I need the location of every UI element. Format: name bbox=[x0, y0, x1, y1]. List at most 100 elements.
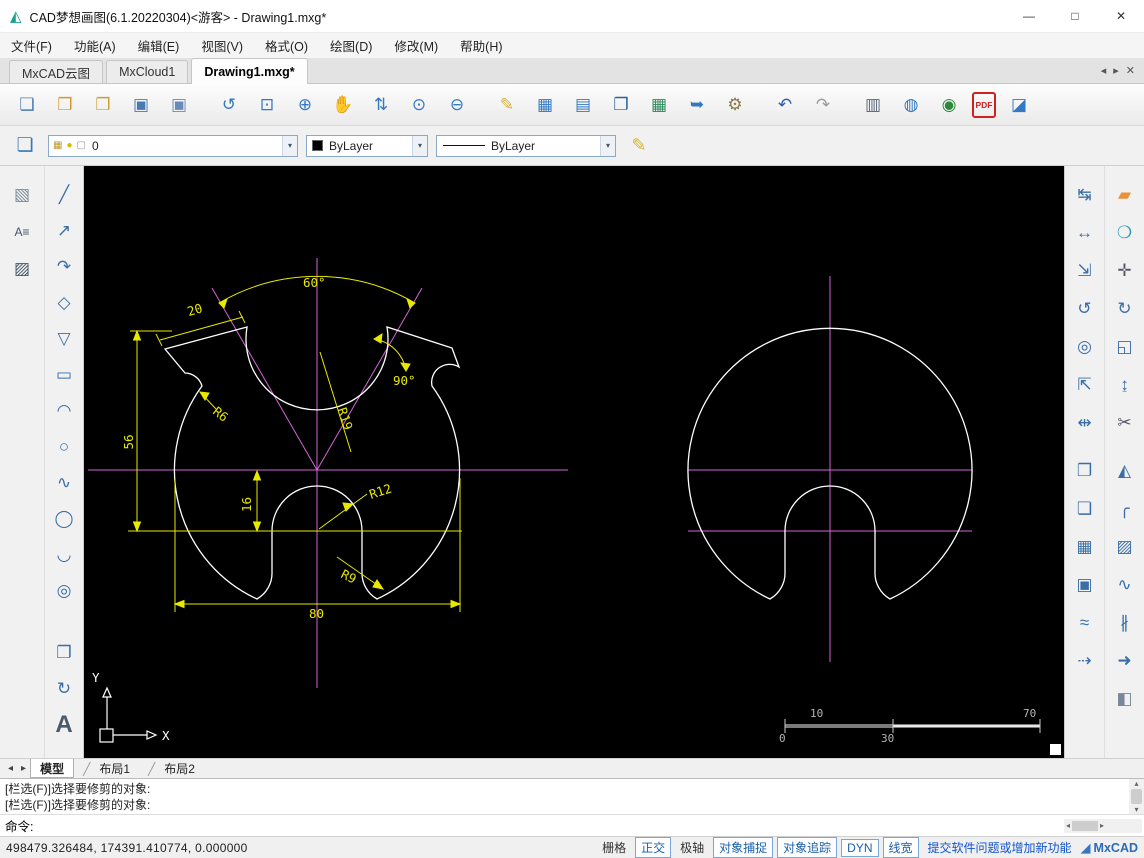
scale-icon[interactable]: ◱ bbox=[1110, 332, 1140, 362]
toggle-polar[interactable]: 极轴 bbox=[675, 838, 709, 857]
zoom-window-icon[interactable]: ⊡ bbox=[252, 90, 282, 120]
scroll-up-icon[interactable]: ▴ bbox=[1134, 779, 1138, 788]
menu-edit[interactable]: 编辑(E) bbox=[127, 33, 191, 58]
copy-icon[interactable]: ❍ bbox=[1110, 218, 1140, 248]
insert-image-icon[interactable]: ▧ bbox=[7, 180, 37, 210]
menu-file[interactable]: 文件(F) bbox=[0, 33, 63, 58]
tab-close-icon[interactable]: ✕ bbox=[1126, 64, 1135, 77]
menu-format[interactable]: 格式(O) bbox=[254, 33, 319, 58]
print-icon[interactable]: ▥ bbox=[858, 90, 888, 120]
maximize-button[interactable]: □ bbox=[1052, 0, 1098, 32]
table-style-icon[interactable]: ▦ bbox=[644, 90, 674, 120]
xline-tool-icon[interactable]: ↗ bbox=[49, 216, 79, 246]
tab-drawing1[interactable]: Drawing1.mxg* bbox=[191, 58, 307, 84]
close-button[interactable]: ✕ bbox=[1098, 0, 1144, 32]
ellipse-tool-icon[interactable]: ◯ bbox=[49, 504, 79, 534]
menu-modify[interactable]: 修改(M) bbox=[383, 33, 449, 58]
toggle-lineweight[interactable]: 线宽 bbox=[883, 837, 919, 858]
circle-tool-icon[interactable]: ○ bbox=[49, 432, 79, 462]
trim-icon[interactable]: ✂ bbox=[1110, 408, 1140, 438]
drawing-canvas[interactable]: 56 16 80 bbox=[84, 166, 1064, 758]
menu-help[interactable]: 帮助(H) bbox=[449, 33, 513, 58]
rotate-icon[interactable]: ↻ bbox=[1110, 294, 1140, 324]
chevron-down-icon[interactable]: ▾ bbox=[412, 136, 427, 156]
pan-icon[interactable]: ✋ bbox=[328, 90, 358, 120]
toggle-otrack[interactable]: 对象追踪 bbox=[777, 837, 837, 858]
cad-drawing[interactable]: 56 16 80 bbox=[84, 166, 1064, 758]
measure-icon[interactable]: ↔ bbox=[1070, 218, 1100, 248]
insert-picture-icon[interactable]: ◪ bbox=[1004, 90, 1034, 120]
zoom-out-icon[interactable]: ⊖ bbox=[442, 90, 472, 120]
copy-object-icon[interactable]: ❐ bbox=[1070, 456, 1100, 486]
open-file-icon[interactable]: ❒ bbox=[88, 90, 118, 120]
polygon-tool-icon[interactable]: ◇ bbox=[49, 288, 79, 318]
layer-manager-icon[interactable]: ❏ bbox=[10, 131, 40, 161]
menu-draw[interactable]: 绘图(D) bbox=[319, 33, 383, 58]
pencil-edit-icon[interactable]: ✎ bbox=[492, 90, 522, 120]
spline-edit-icon[interactable]: ∿ bbox=[1110, 570, 1140, 600]
layer-select[interactable]: ▦ ● ▢ 0 ▾ bbox=[48, 135, 298, 157]
page-setup-icon[interactable]: ⚙ bbox=[720, 90, 750, 120]
save-as-icon[interactable]: ▣ bbox=[164, 90, 194, 120]
export-view-icon[interactable]: ➥ bbox=[682, 90, 712, 120]
tab-scroll-right-icon[interactable]: ▸ bbox=[1113, 64, 1119, 77]
explode-icon[interactable]: ⇢ bbox=[1070, 646, 1100, 676]
regular-polygon-tool-icon[interactable]: ▽ bbox=[49, 324, 79, 354]
tab-layout2[interactable]: 布局2 bbox=[139, 759, 204, 778]
align-icon[interactable]: ⇱ bbox=[1070, 370, 1100, 400]
chevron-down-icon[interactable]: ▾ bbox=[282, 136, 297, 156]
toggle-ortho[interactable]: 正交 bbox=[635, 837, 671, 858]
tab-model[interactable]: 模型 bbox=[30, 759, 74, 778]
undo-icon[interactable]: ↶ bbox=[770, 90, 800, 120]
tab-mxcad-cloud[interactable]: MxCAD云图 bbox=[9, 60, 103, 83]
vscrollbar-thumb[interactable] bbox=[1131, 789, 1142, 804]
array-icon[interactable]: ▦ bbox=[1070, 532, 1100, 562]
copy-tool-icon[interactable]: ❐ bbox=[49, 638, 79, 668]
menu-view[interactable]: 视图(V) bbox=[190, 33, 254, 58]
text-tool-icon[interactable]: A bbox=[49, 710, 79, 740]
layout-scroll-right-icon[interactable]: ▸ bbox=[17, 763, 30, 774]
scroll-down-icon[interactable]: ▾ bbox=[1134, 805, 1138, 814]
table-icon[interactable]: ▦ bbox=[530, 90, 560, 120]
mirror-icon[interactable]: ◭ bbox=[1110, 456, 1140, 486]
zoom-scale-icon[interactable]: ⇅ bbox=[366, 90, 396, 120]
fillet-icon[interactable]: ╭ bbox=[1110, 494, 1140, 524]
open-template-icon[interactable]: ❒ bbox=[50, 90, 80, 120]
new-file-icon[interactable]: ❏ bbox=[12, 90, 42, 120]
zoom-all-icon[interactable]: ⊙ bbox=[404, 90, 434, 120]
arc-3point-tool-icon[interactable]: ◡ bbox=[49, 540, 79, 570]
web-browse-icon[interactable]: ◍ bbox=[896, 90, 926, 120]
extend-icon[interactable]: ↨ bbox=[1110, 370, 1140, 400]
command-vscrollbar[interactable]: ▴ ▾ bbox=[1129, 779, 1144, 814]
erase-icon[interactable]: ▰ bbox=[1110, 180, 1140, 210]
stretch-icon[interactable]: ⇲ bbox=[1070, 256, 1100, 286]
toggle-grid[interactable]: 栅格 bbox=[597, 838, 631, 857]
pdf-export-icon[interactable]: PDF bbox=[972, 92, 996, 118]
layout-view-icon[interactable]: ❐ bbox=[606, 90, 636, 120]
offset-icon[interactable]: ❏ bbox=[1070, 494, 1100, 524]
arc-tool-icon[interactable]: ◠ bbox=[49, 396, 79, 426]
tab-layout1[interactable]: 布局1 bbox=[74, 759, 139, 778]
break-icon[interactable]: ∦ bbox=[1110, 608, 1140, 638]
draw-settings-icon[interactable]: ✎ bbox=[624, 131, 654, 161]
command-prompt-input[interactable]: 命令: bbox=[5, 816, 33, 835]
join-icon[interactable]: ↹ bbox=[1070, 180, 1100, 210]
zoom-previous-icon[interactable]: ↺ bbox=[214, 90, 244, 120]
tab-mxcloud1[interactable]: MxCloud1 bbox=[106, 60, 188, 83]
save-icon[interactable]: ▣ bbox=[126, 90, 156, 120]
hatch-tool-icon[interactable]: ▨ bbox=[7, 254, 37, 284]
line-tool-icon[interactable]: ╱ bbox=[49, 180, 79, 210]
scroll-right-icon[interactable]: ▸ bbox=[1100, 821, 1104, 830]
distance-icon[interactable]: ⇹ bbox=[1070, 408, 1100, 438]
minimize-button[interactable]: — bbox=[1006, 0, 1052, 32]
redo-icon[interactable]: ↷ bbox=[808, 90, 838, 120]
rotate-ref-icon[interactable]: ↺ bbox=[1070, 294, 1100, 324]
hatch-edit-icon[interactable]: ▨ bbox=[1110, 532, 1140, 562]
text-lines-icon[interactable]: ▤ bbox=[568, 90, 598, 120]
layout-scroll-left-icon[interactable]: ◂ bbox=[4, 763, 17, 774]
spline-tool-icon[interactable]: ∿ bbox=[49, 468, 79, 498]
feedback-link[interactable]: 提交软件问题或增加新功能 bbox=[924, 839, 1076, 856]
menu-function[interactable]: 功能(A) bbox=[63, 33, 127, 58]
command-hscrollbar[interactable]: ◂ ▸ bbox=[1064, 819, 1142, 833]
web-publish-icon[interactable]: ◉ bbox=[934, 90, 964, 120]
